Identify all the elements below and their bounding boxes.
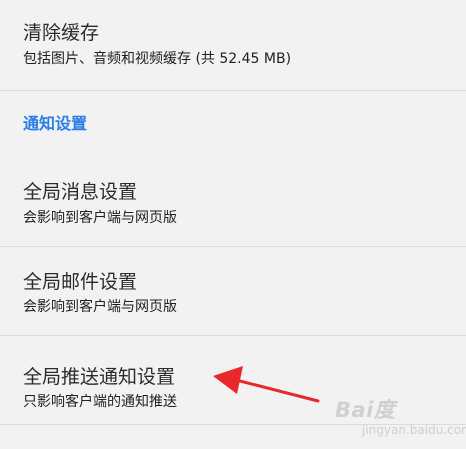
global-mail-subtitle: 会影响到客户端与网页版 <box>23 299 177 315</box>
global-push-subtitle: 只影响客户端的通知推送 <box>23 394 177 410</box>
clear-cache-item[interactable]: 清除缓存 包括图片、音频和视频缓存 (共 52.45 MB) <box>0 0 466 90</box>
global-message-settings-item[interactable]: 全局消息设置 会影响到客户端与网页版 <box>0 165 466 246</box>
global-mail-title: 全局邮件设置 <box>23 271 138 293</box>
baidu-watermark: Bai度 <box>335 398 396 422</box>
global-push-settings-item[interactable]: 全局推送通知设置 只影响客户端的通知推送 <box>0 336 466 424</box>
global-push-title: 全局推送通知设置 <box>23 366 176 388</box>
global-mail-settings-item[interactable]: 全局邮件设置 会影响到客户端与网页版 <box>0 247 466 335</box>
clear-cache-title: 清除缓存 <box>23 22 100 44</box>
clear-cache-subtitle: 包括图片、音频和视频缓存 (共 52.45 MB) <box>23 51 292 67</box>
divider <box>0 90 466 91</box>
global-message-title: 全局消息设置 <box>23 181 138 203</box>
baidu-watermark-url: jingyan.baidu.com <box>362 423 466 437</box>
notification-settings-header: 通知设置 <box>23 114 88 133</box>
global-message-subtitle: 会影响到客户端与网页版 <box>23 210 177 226</box>
